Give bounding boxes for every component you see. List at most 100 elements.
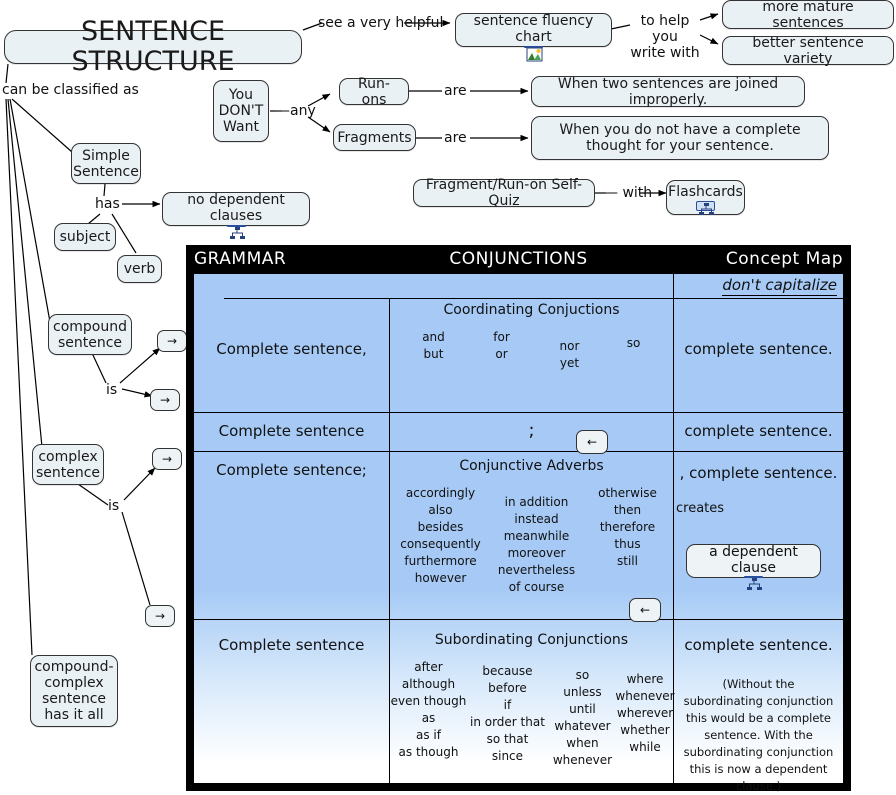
node-fragments[interactable]: Fragments: [333, 124, 416, 151]
conjunction-word: as: [421, 711, 436, 725]
conjunction-word: besides: [417, 520, 464, 534]
node-you-dont-want-label: You DON'T Want: [218, 87, 264, 135]
arrow-button-subordinating[interactable]: ←: [629, 598, 661, 622]
node-verb[interactable]: verb: [117, 255, 162, 283]
node-fragment-definition-label: When you do not have a complete thought …: [559, 122, 801, 154]
title-node-sentence-structure[interactable]: SENTENCE STRUCTURE: [4, 17, 302, 77]
conjunction-word: after: [414, 660, 443, 674]
link-label-is-compound: is: [106, 382, 118, 398]
conjunction-word: accordingly: [405, 486, 476, 500]
poster-header-right: Concept Map: [725, 249, 843, 269]
node-compound-sentence-label: compound sentence: [53, 318, 127, 351]
row4-right-cell: complete sentence. (Without the subordin…: [674, 636, 843, 795]
node-subject-label: subject: [59, 229, 111, 245]
concept-map-icon[interactable]: [226, 224, 246, 239]
arrow-button-row2[interactable]: →: [150, 389, 180, 411]
node-you-dont-want[interactable]: You DON'T Want: [213, 80, 269, 142]
node-compound-complex-sentence[interactable]: compound- complex sentence has it all: [30, 655, 118, 727]
node-run-ons-label: Run-ons: [358, 75, 390, 108]
conjunction-word: in order that: [469, 715, 545, 729]
row2-left-text: Complete sentence: [218, 422, 365, 440]
node-better-sentence-variety[interactable]: better sentence variety: [722, 35, 894, 67]
node-run-on-definition[interactable]: When two sentences are joined improperly…: [531, 75, 805, 108]
conjunction-word: until: [569, 702, 596, 716]
capitalize-row: don't capitalize: [194, 274, 843, 298]
node-self-quiz[interactable]: Fragment/Run-on Self-Quiz: [413, 177, 595, 209]
link-label-is-complex: is: [108, 498, 120, 514]
conjunction-word: as if: [416, 728, 441, 742]
node-fragments-label: Fragments: [337, 129, 412, 146]
node-compound-sentence[interactable]: compound sentence: [48, 314, 132, 355]
conjunctions-poster: GRAMMAR CONJUNCTIONS Concept Map don't c…: [186, 245, 851, 793]
row4-left-cell: Complete sentence: [194, 636, 389, 654]
node-compound-complex-label: compound- complex sentence has it all: [34, 659, 114, 723]
node-more-mature-sentences-label: more mature sentences: [762, 0, 854, 31]
conjunction-word: however: [414, 571, 467, 585]
node-a-dependent-clause[interactable]: a dependent clause: [686, 544, 821, 590]
row4-left-text: Complete sentence: [218, 636, 365, 654]
node-sentence-fluency-chart-label: sentence fluency chart: [473, 12, 594, 45]
conjunction-word: wherever: [616, 706, 674, 720]
conjunction-word: even though: [390, 694, 467, 708]
row3-right-cell: , complete sentence.: [674, 464, 843, 482]
concept-map-icon[interactable]: [744, 576, 763, 590]
row1-right-text: complete sentence.: [684, 340, 833, 358]
table-rule-2: [194, 451, 843, 452]
node-more-mature-sentences[interactable]: more mature sentences: [722, 0, 894, 31]
node-no-dependent-clauses-label: no dependent clauses: [187, 191, 285, 224]
node-complex-sentence-label: complex sentence: [35, 448, 101, 481]
node-subject[interactable]: subject: [54, 223, 116, 251]
conjunction-word: and: [422, 330, 445, 344]
conjunction-word: where: [626, 672, 664, 686]
node-run-ons[interactable]: Run-ons: [339, 75, 409, 108]
node-no-dependent-clauses[interactable]: no dependent clauses: [162, 191, 310, 239]
node-sentence-fluency-chart[interactable]: sentence fluency chart: [455, 12, 612, 61]
row4-center-cell: Subordinating Conjunctions after althoug…: [390, 632, 675, 767]
arrow-button-row4[interactable]: →: [145, 605, 175, 627]
conjunction-word: whatever: [554, 719, 611, 733]
conjunction-word: when: [566, 736, 599, 750]
node-simple-sentence[interactable]: Simple Sentence: [71, 143, 141, 184]
concept-map-icon[interactable]: [696, 201, 715, 215]
node-fragment-definition[interactable]: When you do not have a complete thought …: [531, 116, 829, 160]
picture-icon[interactable]: [524, 45, 543, 61]
row3-right-text: , complete sentence.: [679, 464, 838, 482]
conjunction-word: so: [575, 668, 590, 682]
arrow-button-row1[interactable]: →: [157, 330, 187, 352]
poster-header: GRAMMAR CONJUNCTIONS Concept Map: [186, 245, 851, 274]
arrow-button-row3[interactable]: →: [152, 448, 182, 470]
conjunction-word: because: [482, 664, 533, 678]
conjunction-word: in addition: [504, 495, 569, 509]
conjunction-word: yet: [559, 356, 580, 370]
arrow-button-conjunctive-adverbs[interactable]: ←: [576, 430, 608, 454]
link-label-classified-as: can be classified as: [2, 82, 139, 98]
node-self-quiz-label: Fragment/Run-on Self-Quiz: [425, 177, 583, 209]
node-verb-label: verb: [123, 261, 156, 277]
conjunction-word: as though: [398, 745, 459, 759]
conjunctions-table: don't capitalize Complete sentence, Coor…: [194, 274, 843, 793]
conjunction-word: therefore: [599, 520, 656, 534]
row4-center-title: Subordinating Conjunctions: [434, 632, 629, 648]
row1-right-cell: complete sentence.: [674, 340, 843, 358]
node-flashcards[interactable]: Flashcards: [666, 180, 745, 215]
link-label-see-a-very-helpful: see a very helpful: [318, 15, 444, 31]
link-label-any: —any: [276, 103, 316, 119]
arrow-right-icon: →: [159, 393, 171, 407]
link-label-to-help-you-write-with: to help you write with: [630, 13, 700, 61]
row3-left-text: Complete sentence;: [216, 461, 367, 479]
node-simple-sentence-label: Simple Sentence: [73, 147, 139, 180]
arrow-right-icon: →: [154, 609, 166, 623]
row1-left-text: Complete sentence,: [216, 340, 367, 358]
conjunction-word: instead: [514, 512, 559, 526]
row2-left-cell: Complete sentence: [194, 422, 389, 440]
row4-right-note: (Without the subordinating conjunction t…: [683, 677, 834, 793]
node-run-on-definition-label: When two sentences are joined improperly…: [557, 75, 779, 108]
conjunction-word: otherwise: [598, 486, 657, 500]
conjunction-word: before: [488, 681, 527, 695]
node-complex-sentence[interactable]: complex sentence: [32, 444, 104, 485]
link-label-with: — with: [604, 185, 653, 201]
conjunction-word: or: [495, 347, 508, 361]
arrow-left-icon: ←: [639, 603, 651, 617]
link-label-are-fragments: are: [444, 130, 467, 146]
conjunction-word: while: [629, 740, 661, 754]
